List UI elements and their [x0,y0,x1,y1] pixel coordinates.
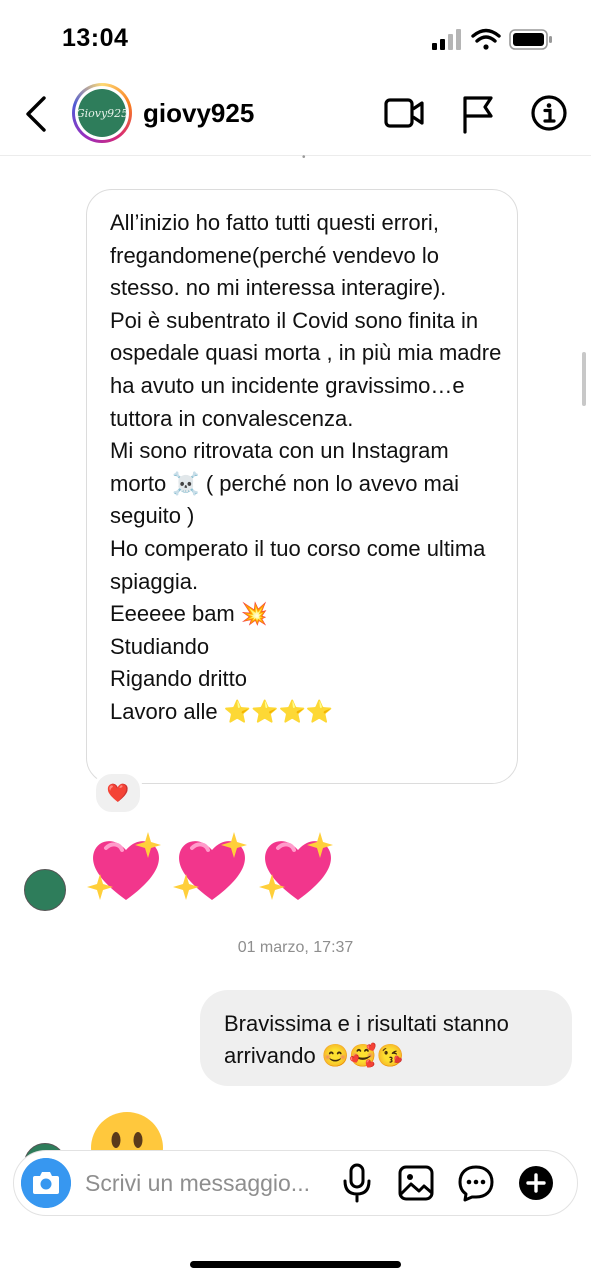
sparkling-heart-icon [87,832,161,900]
camera-icon[interactable] [21,1158,71,1208]
hearts-message[interactable] [86,828,346,910]
sticker-icon[interactable] [457,1164,495,1202]
scroll-indicator[interactable] [582,352,586,406]
heart-reaction[interactable]: ❤️ [93,771,143,815]
wifi-icon [471,28,501,50]
video-call-icon[interactable] [383,95,425,131]
sparkling-heart-icon [259,832,333,900]
header-divider [0,155,591,156]
status-icons [432,28,552,50]
incoming-message-text: All’inizio ho fatto tutti questi errori,… [110,207,505,729]
message-line: Eeeeee bam 💥 [110,601,269,627]
microphone-icon[interactable] [340,1163,374,1203]
message-line: Poi è subentrato il Covid sono finita in… [110,307,502,431]
back-arrow-icon[interactable] [20,94,56,134]
header-username[interactable]: giovy925 [143,98,254,129]
gallery-icon[interactable] [397,1164,435,1202]
sender-avatar[interactable] [24,869,66,911]
info-icon[interactable] [530,94,568,132]
scroll-dot: • [302,152,306,163]
message-line: Mi sono ritrovata con un Instagram morto… [110,438,459,529]
battery-icon [509,29,552,50]
home-indicator[interactable] [190,1261,401,1268]
message-input[interactable] [85,1166,335,1200]
message-line: All’inizio ho fatto tutti questi errori,… [110,210,447,301]
outgoing-message-text: Bravissima e i risultati stanno arrivand… [224,1011,509,1068]
message-line: Lavoro alle ⭐⭐⭐⭐ [110,698,334,724]
avatar-logo-text: Giovy925 [76,89,128,137]
message-line: Studiando [110,633,210,659]
flag-icon[interactable] [460,94,496,134]
status-time: 13:04 [62,24,129,52]
plus-icon[interactable] [518,1165,554,1201]
header-avatar[interactable]: Giovy925 [72,83,132,143]
incoming-message-bubble[interactable]: All’inizio ho fatto tutti questi errori,… [86,189,518,784]
message-line: Ho comperato il tuo corso come ultima sp… [110,535,486,594]
cellular-signal-icon [432,29,461,50]
message-line: Rigando dritto [110,666,247,692]
outgoing-message-bubble[interactable]: Bravissima e i risultati stanno arrivand… [200,990,572,1086]
message-timestamp: 01 marzo, 17:37 [237,939,354,956]
sparkling-heart-icon [173,832,247,900]
